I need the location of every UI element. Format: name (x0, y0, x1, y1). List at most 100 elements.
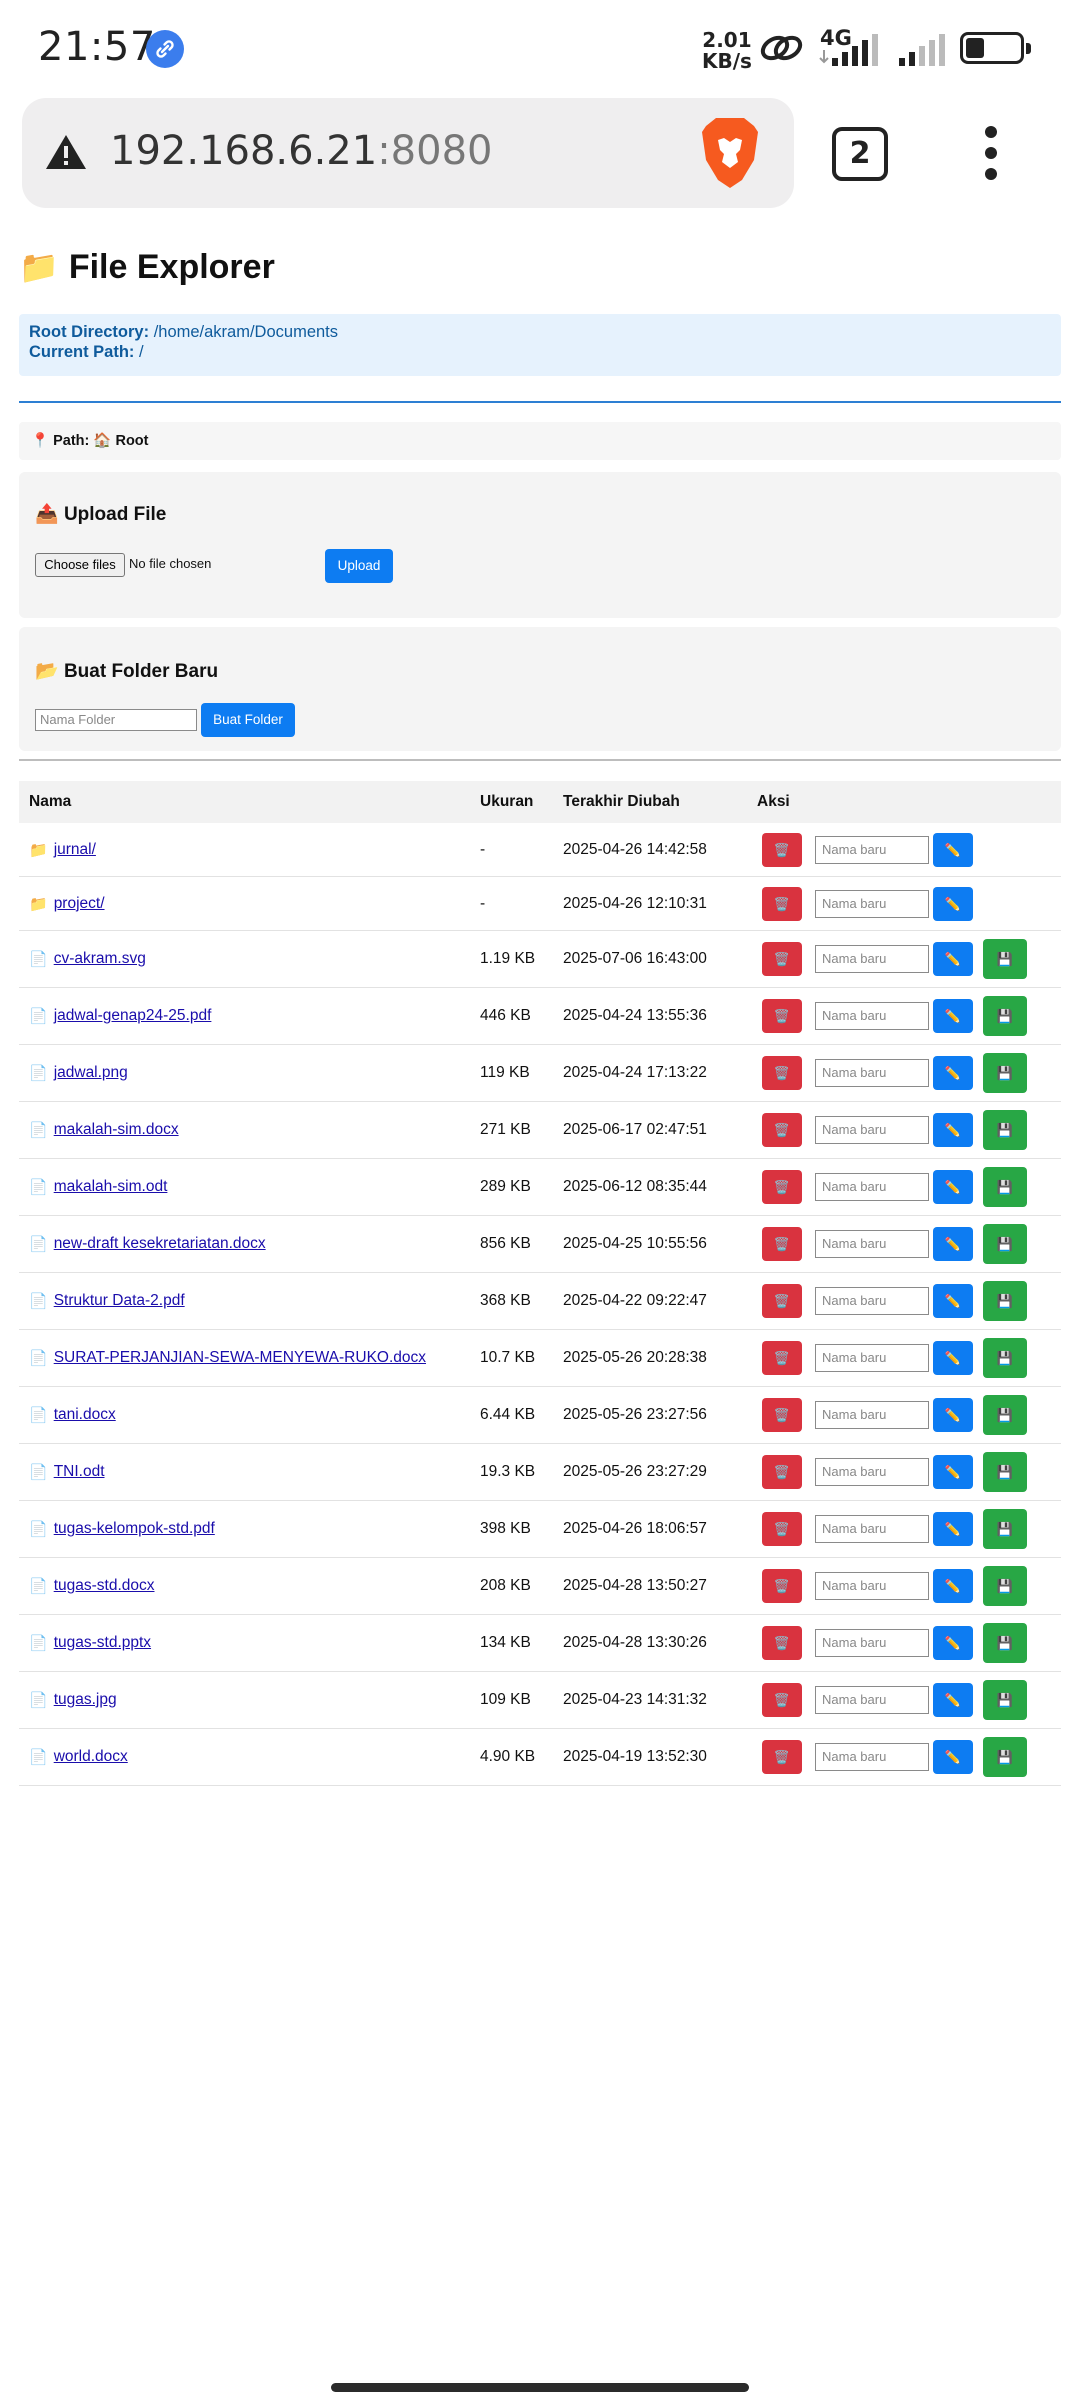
download-button[interactable]: 💾 (983, 1452, 1027, 1492)
delete-button[interactable]: 🗑️ (762, 887, 802, 921)
rename-input[interactable]: Nama baru (815, 1629, 929, 1657)
file-link[interactable]: project/ (54, 895, 105, 913)
delete-button[interactable]: 🗑️ (762, 1227, 802, 1261)
upload-button[interactable]: Upload (325, 549, 393, 583)
tab-switcher-button[interactable]: 2 (832, 127, 888, 181)
delete-button[interactable]: 🗑️ (762, 999, 802, 1033)
rename-button[interactable]: ✏️ (933, 887, 973, 921)
download-button[interactable]: 💾 (983, 1053, 1027, 1093)
rename-button[interactable]: ✏️ (933, 1683, 973, 1717)
file-link[interactable]: SURAT-PERJANJIAN-SEWA-MENYEWA-RUKO.docx (54, 1349, 426, 1367)
delete-button[interactable]: 🗑️ (762, 1170, 802, 1204)
delete-button[interactable]: 🗑️ (762, 1740, 802, 1774)
rename-input[interactable]: Nama baru (815, 890, 929, 918)
rename-button[interactable]: ✏️ (933, 1284, 973, 1318)
rename-button[interactable]: ✏️ (933, 942, 973, 976)
file-link[interactable]: tani.docx (54, 1406, 116, 1424)
download-button[interactable]: 💾 (983, 1680, 1027, 1720)
table-row: 📄 SURAT-PERJANJIAN-SEWA-MENYEWA-RUKO.docx… (19, 1330, 1061, 1387)
table-row: 📁 project/ - 2025-04-26 12:10:31 🗑️ Nama baru… (19, 877, 1061, 931)
delete-button[interactable]: 🗑️ (762, 1626, 802, 1660)
file-link[interactable]: makalah-sim.odt (54, 1178, 168, 1196)
rename-input[interactable]: Nama baru (815, 1743, 929, 1771)
download-button[interactable]: 💾 (983, 1395, 1027, 1435)
file-link[interactable]: new-draft kesekretariatan.docx (54, 1235, 266, 1253)
brave-lion-icon[interactable] (698, 116, 762, 194)
choose-files-button[interactable]: Choose files (35, 553, 125, 577)
rename-input[interactable]: Nama baru (815, 1173, 929, 1201)
download-button[interactable]: 💾 (983, 1167, 1027, 1207)
rename-input[interactable]: Nama baru (815, 1002, 929, 1030)
rename-input[interactable]: Nama baru (815, 1401, 929, 1429)
file-link[interactable]: jurnal/ (54, 841, 96, 859)
delete-button[interactable]: 🗑️ (762, 1398, 802, 1432)
more-vert-icon[interactable] (980, 126, 1004, 182)
rename-input[interactable]: Nama baru (815, 836, 929, 864)
file-link[interactable]: tugas-std.docx (54, 1577, 155, 1595)
download-button[interactable]: 💾 (983, 939, 1027, 979)
rename-button[interactable]: ✏️ (933, 1398, 973, 1432)
rename-button[interactable]: ✏️ (933, 1056, 973, 1090)
rename-button[interactable]: ✏️ (933, 999, 973, 1033)
rename-button[interactable]: ✏️ (933, 1569, 973, 1603)
file-link[interactable]: jadwal.png (54, 1064, 128, 1082)
warning-icon[interactable] (44, 132, 88, 176)
rename-button[interactable]: ✏️ (933, 1626, 973, 1660)
download-button[interactable]: 💾 (983, 1737, 1027, 1777)
delete-button[interactable]: 🗑️ (762, 1056, 802, 1090)
download-button[interactable]: 💾 (983, 1110, 1027, 1150)
rename-input[interactable]: Nama baru (815, 1458, 929, 1486)
delete-button[interactable]: 🗑️ (762, 1512, 802, 1546)
file-link[interactable]: cv-akram.svg (54, 950, 146, 968)
table-row: 📄 makalah-sim.docx 271 KB 2025-06-17 02:47:… (19, 1102, 1061, 1159)
download-button[interactable]: 💾 (983, 1566, 1027, 1606)
delete-button[interactable]: 🗑️ (762, 1569, 802, 1603)
delete-button[interactable]: 🗑️ (762, 1341, 802, 1375)
download-button[interactable]: 💾 (983, 1338, 1027, 1378)
file-link[interactable]: tugas-std.pptx (54, 1634, 151, 1652)
rename-input[interactable]: Nama baru (815, 1572, 929, 1600)
rename-input[interactable]: Nama baru (815, 1230, 929, 1258)
rename-input[interactable]: Nama baru (815, 945, 929, 973)
file-link[interactable]: Struktur Data-2.pdf (54, 1292, 185, 1310)
rename-input[interactable]: Nama baru (815, 1059, 929, 1087)
rename-button[interactable]: ✏️ (933, 833, 973, 867)
rename-input[interactable]: Nama baru (815, 1686, 929, 1714)
download-button[interactable]: 💾 (983, 1224, 1027, 1264)
create-folder-button[interactable]: Buat Folder (201, 703, 295, 737)
rename-button[interactable]: ✏️ (933, 1227, 973, 1261)
rename-input[interactable]: Nama baru (815, 1116, 929, 1144)
file-link[interactable]: TNI.odt (54, 1463, 105, 1481)
download-button[interactable]: 💾 (983, 1623, 1027, 1663)
delete-button[interactable]: 🗑️ (762, 1683, 802, 1717)
address-bar[interactable]: 192.168.6.21:8080 (22, 98, 794, 208)
file-link[interactable]: makalah-sim.docx (54, 1121, 179, 1139)
rename-input[interactable]: Nama baru (815, 1344, 929, 1372)
file-link[interactable]: tugas.jpg (54, 1691, 117, 1709)
delete-button[interactable]: 🗑️ (762, 1455, 802, 1489)
home-indicator[interactable] (331, 2383, 749, 2392)
download-button[interactable]: 💾 (983, 996, 1027, 1036)
file-size: 4.90 KB (480, 1748, 536, 1765)
file-link[interactable]: jadwal-genap24-25.pdf (54, 1007, 212, 1025)
delete-button[interactable]: 🗑️ (762, 942, 802, 976)
rename-button[interactable]: ✏️ (933, 1113, 973, 1147)
breadcrumb-root[interactable]: Root (115, 433, 148, 449)
rename-button[interactable]: ✏️ (933, 1740, 973, 1774)
rename-input[interactable]: Nama baru (815, 1515, 929, 1543)
url-text[interactable]: 192.168.6.21:8080 (110, 128, 492, 174)
file-link[interactable]: world.docx (54, 1748, 128, 1766)
rename-button[interactable]: ✏️ (933, 1455, 973, 1489)
folder-name-input[interactable]: Nama Folder (35, 709, 197, 731)
rename-button[interactable]: ✏️ (933, 1341, 973, 1375)
download-button[interactable]: 💾 (983, 1281, 1027, 1321)
rename-button[interactable]: ✏️ (933, 1170, 973, 1204)
delete-button[interactable]: 🗑️ (762, 1284, 802, 1318)
rename-input[interactable]: Nama baru (815, 1287, 929, 1315)
delete-button[interactable]: 🗑️ (762, 833, 802, 867)
delete-button[interactable]: 🗑️ (762, 1113, 802, 1147)
download-button[interactable]: 💾 (983, 1509, 1027, 1549)
table-row: 📄 new-draft kesekretariatan.docx 856 KB 202… (19, 1216, 1061, 1273)
file-link[interactable]: tugas-kelompok-std.pdf (54, 1520, 215, 1538)
rename-button[interactable]: ✏️ (933, 1512, 973, 1546)
